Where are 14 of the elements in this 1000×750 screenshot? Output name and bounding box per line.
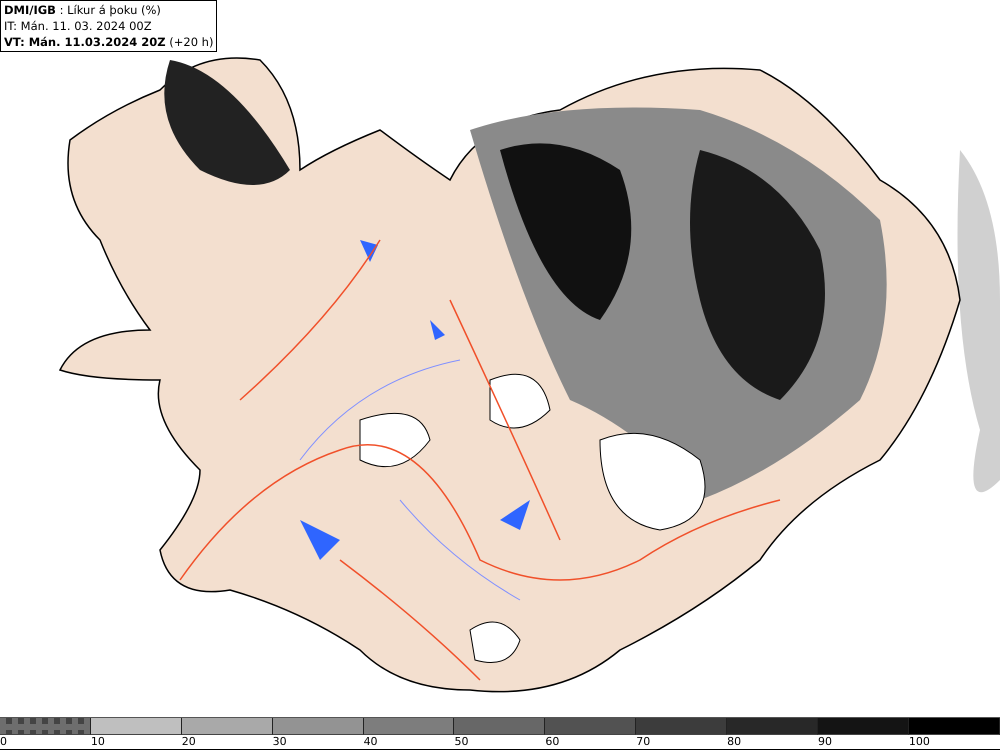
scale-label: 40 bbox=[364, 735, 378, 749]
scale-label: 60 bbox=[545, 735, 560, 749]
scale-label: 20 bbox=[182, 735, 196, 749]
scale-label: 80 bbox=[727, 735, 742, 749]
scale-label: 30 bbox=[272, 735, 287, 749]
info-text: DMI/IGB : Líkur á þoku (%) bbox=[4, 2, 162, 18]
scale-label: 100 bbox=[908, 735, 930, 749]
scale-label: 10 bbox=[90, 735, 105, 749]
info-text: VT: Mán. 11.03.2024 20Z (+20 h) bbox=[4, 34, 214, 50]
scale-label: 90 bbox=[818, 735, 832, 749]
scale-label: 0 bbox=[0, 735, 7, 749]
info-text: IT: Mán. 11. 03. 2024 00Z bbox=[4, 18, 153, 34]
scale-label: 70 bbox=[636, 735, 650, 749]
scale-label: 50 bbox=[454, 735, 468, 749]
